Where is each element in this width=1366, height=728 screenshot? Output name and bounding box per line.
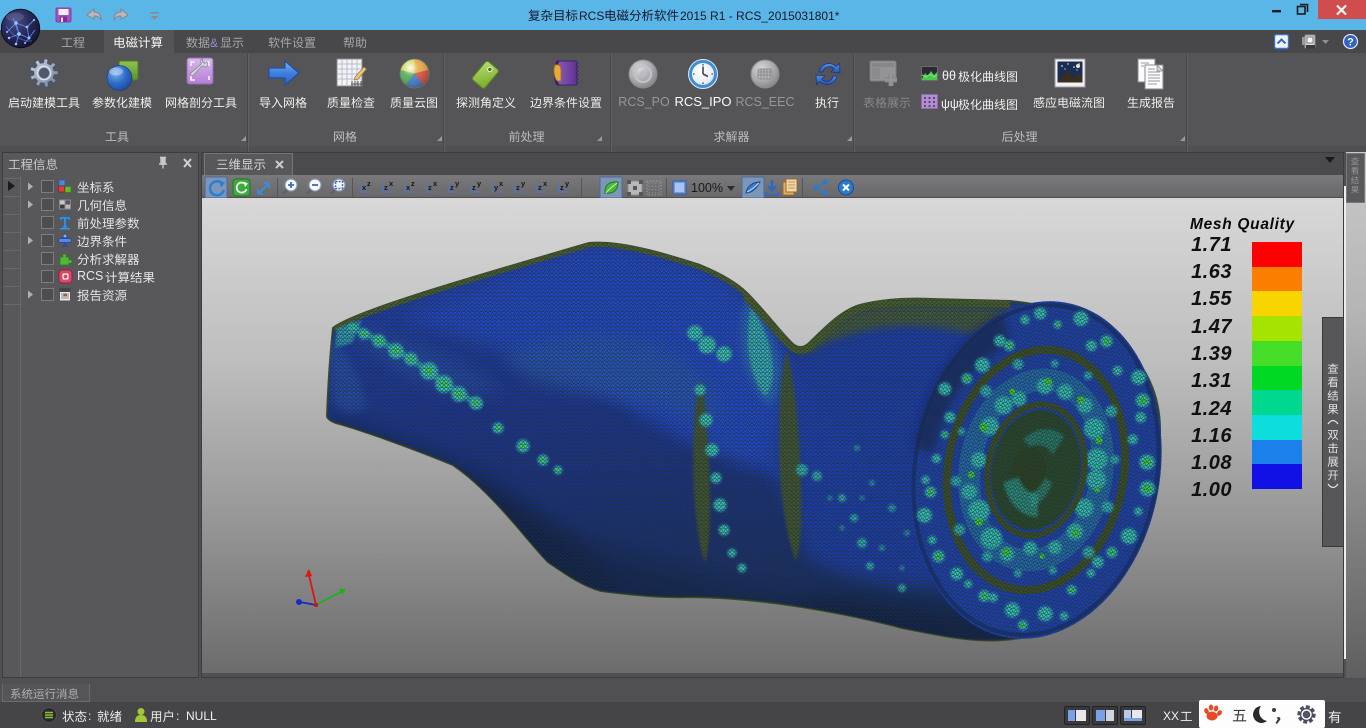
svg-text:z: z [450, 183, 454, 192]
svg-text:z: z [516, 183, 520, 192]
svg-text:y: y [521, 179, 526, 188]
svg-text:z: z [384, 183, 388, 192]
svg-text:x: x [543, 179, 548, 188]
svg-text:y: y [565, 179, 570, 188]
svg-text:z: z [367, 179, 371, 188]
svg-text:z: z [428, 183, 432, 192]
svg-text:z: z [560, 183, 564, 192]
svg-text:x: x [433, 179, 438, 188]
svg-text:?: ? [1347, 36, 1354, 48]
svg-text:100%: 100% [691, 181, 723, 195]
svg-text:y: y [455, 179, 460, 188]
svg-text:z: z [411, 179, 415, 188]
svg-text:x: x [389, 179, 394, 188]
svg-text:z: z [538, 183, 542, 192]
svg-text:y: y [477, 179, 482, 188]
svg-text:x: x [499, 179, 504, 188]
svg-text:z: z [472, 183, 476, 192]
